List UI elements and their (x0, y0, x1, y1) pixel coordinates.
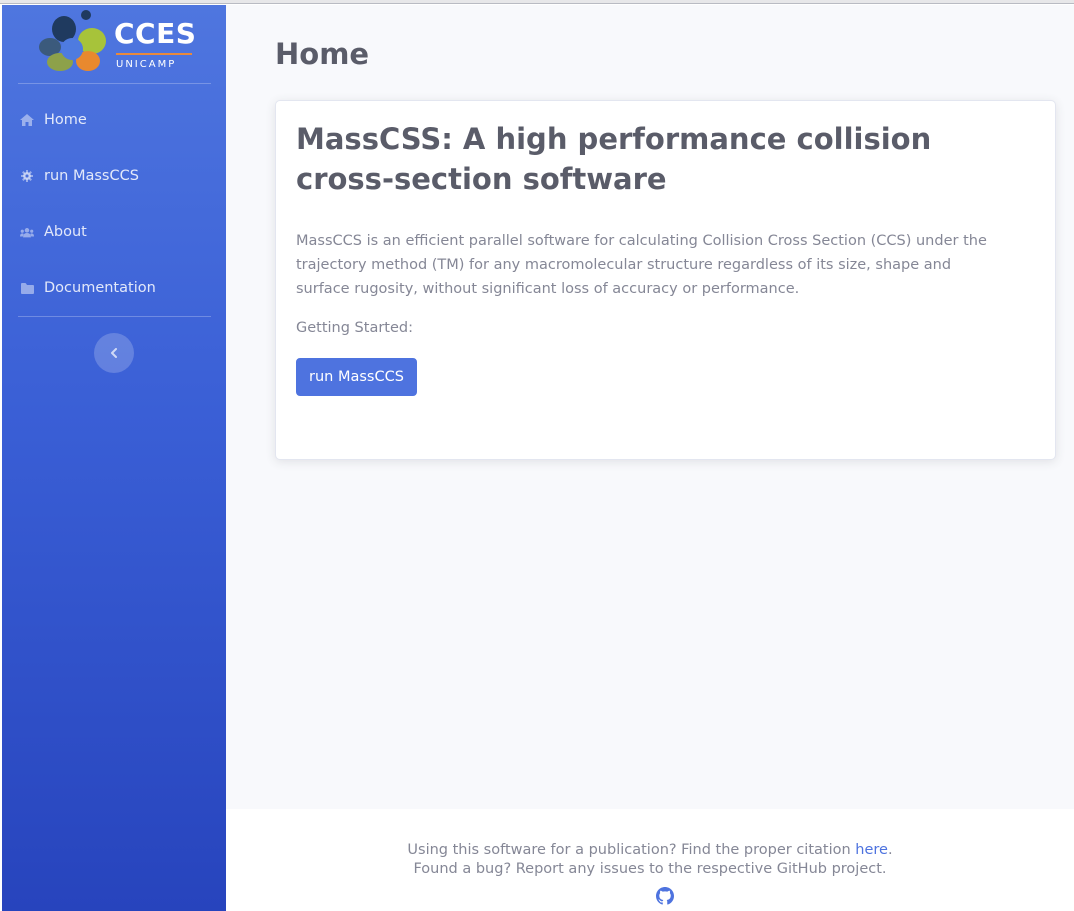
footer-bug-line: Found a bug? Report any issues to the re… (413, 861, 887, 877)
sidebar-item-run-massccs[interactable]: run MassCCS (2, 148, 226, 204)
sidebar-item-label: run MassCCS (44, 168, 139, 184)
brand-underline (116, 53, 192, 55)
chevron-left-icon (111, 348, 117, 358)
citation-link[interactable]: here (855, 842, 888, 858)
sidebar-toggle-button[interactable] (94, 333, 134, 373)
main-content: Home MassCSS: A high performance collisi… (226, 5, 1074, 809)
window-top-border (0, 0, 1074, 4)
getting-started-label: Getting Started: (296, 320, 413, 336)
sidebar-item-documentation[interactable]: Documentation (2, 260, 226, 316)
intro-card: MassCSS: A high performance collision cr… (275, 100, 1056, 460)
footer-citation-line: Using this software for a publication? F… (226, 842, 1074, 858)
home-icon (20, 113, 34, 127)
card-description: MassCCS is an efficient parallel softwar… (296, 233, 987, 297)
page-title: Home (275, 37, 370, 71)
users-icon (20, 225, 34, 239)
cces-logo-icon (39, 10, 106, 71)
footer-citation-period: . (887, 842, 893, 858)
gear-icon (20, 169, 34, 183)
brand-subtitle: UNICAMP (116, 59, 177, 70)
sidebar: CCES UNICAMP Home run MassCCS About Docu… (2, 5, 226, 911)
sidebar-divider (18, 316, 211, 317)
sidebar-item-label: Documentation (44, 280, 156, 296)
brand-logo[interactable]: CCES UNICAMP (2, 5, 226, 83)
footer-citation-text: Using this software for a publication? F… (407, 842, 856, 858)
run-massccs-button[interactable]: run MassCCS (296, 358, 417, 396)
sidebar-item-home[interactable]: Home (2, 92, 226, 148)
sidebar-divider (18, 83, 211, 84)
github-icon[interactable] (656, 887, 674, 905)
brand-title: CCES (114, 17, 197, 50)
sidebar-item-label: Home (44, 112, 87, 128)
footer: Using this software for a publication? F… (226, 809, 1074, 911)
sidebar-item-about[interactable]: About (2, 204, 226, 260)
sidebar-item-label: About (44, 224, 87, 240)
folder-icon (20, 281, 34, 295)
card-heading: MassCSS: A high performance collision cr… (296, 122, 932, 196)
